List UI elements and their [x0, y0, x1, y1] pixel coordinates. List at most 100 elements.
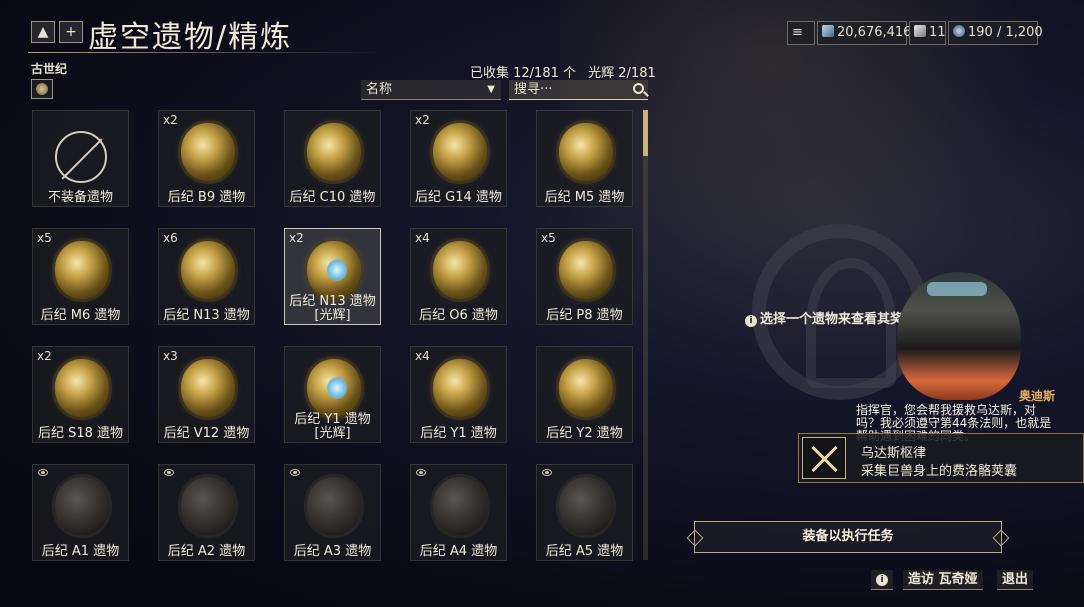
relic-icon [433, 477, 487, 535]
relic-cell[interactable]: 后纪 A4 遗物 [410, 464, 507, 561]
relic-grid: 不装备遗物 x2 后纪 B9 遗物 后纪 C10 遗物 x2 后纪 G14 遗物 后纪 M5… [32, 110, 636, 565]
relic-quantity: x2 [37, 349, 52, 363]
eye-icon [164, 469, 174, 476]
relic-cell[interactable]: 后纪 A5 遗物 [536, 464, 633, 561]
no-relic-icon [55, 131, 107, 183]
relic-refinement: [光辉] [314, 308, 351, 323]
collection-status: 已收集 12/181 个 光辉 2/181 [470, 66, 656, 81]
relic-cell[interactable]: 后纪 A1 遗物 [32, 464, 129, 561]
relic-name: 后纪 Y2 遗物 [546, 426, 623, 441]
relic-name: 后纪 A4 遗物 [419, 544, 498, 559]
relic-name: 后纪 A3 遗物 [293, 544, 372, 559]
quest-description: 采集巨兽身上的费洛骼荚囊 [861, 464, 1018, 479]
relic-icon [433, 123, 487, 181]
relic-icon [55, 241, 109, 299]
relic-icon [433, 359, 487, 417]
relic-cell[interactable]: 后纪 Y1 遗物 [光辉] [284, 346, 381, 443]
relic-quantity: x4 [415, 349, 430, 363]
relic-icon [181, 359, 235, 417]
relic-mode-icon[interactable]: ▲ [31, 21, 55, 43]
speaker-name: 奥迪斯 [1019, 389, 1056, 403]
relic-icon [181, 477, 235, 535]
eye-icon [416, 469, 426, 476]
relic-icon [307, 477, 361, 535]
relic-name: 后纪 M6 遗物 [40, 308, 121, 323]
relic-cell[interactable]: x2 后纪 S18 遗物 [32, 346, 129, 443]
relic-icon [559, 359, 613, 417]
ordis-portrait [897, 272, 1021, 400]
relic-name: 后纪 B9 遗物 [167, 190, 246, 205]
relic-cell[interactable]: 后纪 A2 遗物 [158, 464, 255, 561]
relic-cell[interactable]: x5 后纪 P8 遗物 [536, 228, 633, 325]
relic-name: 后纪 V12 遗物 [163, 426, 250, 441]
relic-cell[interactable]: 后纪 M5 遗物 [536, 110, 633, 207]
relic-cell[interactable]: 不装备遗物 [32, 110, 129, 207]
relic-cell[interactable]: 后纪 C10 遗物 [284, 110, 381, 207]
title-divider [28, 52, 384, 53]
relic-cell[interactable]: 后纪 Y2 遗物 [536, 346, 633, 443]
relic-cell[interactable]: 后纪 A3 遗物 [284, 464, 381, 561]
page-title: 虚空遗物/精炼 [88, 20, 293, 55]
relic-name: 后纪 A1 遗物 [41, 544, 120, 559]
era-filter-icon[interactable] [31, 79, 53, 99]
eye-icon [38, 469, 48, 476]
relic-icon [55, 477, 109, 535]
relic-icon [181, 123, 235, 181]
relic-icon [55, 359, 109, 417]
endo-counter: 11 [909, 21, 946, 45]
equip-button[interactable]: 装备以执行任务 [694, 521, 1002, 553]
relic-cell[interactable]: x2 后纪 N13 遗物 [光辉] [284, 228, 381, 325]
relic-name: 后纪 S18 遗物 [37, 426, 124, 441]
inventory-icon[interactable]: ≡ [787, 21, 815, 45]
relic-icon [307, 359, 361, 417]
eye-icon [542, 469, 552, 476]
relic-name: 后纪 A2 遗物 [167, 544, 246, 559]
eye-icon [290, 469, 300, 476]
relic-name: 不装备遗物 [47, 190, 113, 205]
relic-cell[interactable]: x3 后纪 V12 遗物 [158, 346, 255, 443]
endo-icon [914, 25, 926, 37]
relic-quantity: x2 [163, 113, 178, 127]
relic-icon [307, 241, 361, 299]
relic-quantity: x6 [163, 231, 178, 245]
relic-cell[interactable]: x2 后纪 B9 遗物 [158, 110, 255, 207]
scrollbar[interactable] [643, 110, 648, 560]
relic-name: 后纪 P8 遗物 [546, 308, 623, 323]
relic-quantity: x3 [163, 349, 178, 363]
exit-button[interactable]: 退出 [997, 570, 1034, 590]
relic-name: 后纪 Y1 遗物 [420, 426, 497, 441]
relic-cell[interactable]: x2 后纪 G14 遗物 [410, 110, 507, 207]
visit-button[interactable]: 造访 瓦奇娅 [903, 570, 983, 590]
slots-icon [953, 25, 965, 37]
relic-name: 后纪 M5 遗物 [544, 190, 625, 205]
quest-panel[interactable]: 乌达斯枢律 采集巨兽身上的费洛骼荚囊 [798, 433, 1084, 483]
relic-name: 后纪 N13 遗物 [163, 308, 250, 323]
relic-name: 后纪 N13 遗物 [289, 294, 376, 309]
search-icon [633, 83, 644, 94]
quest-title: 乌达斯枢律 [861, 446, 927, 461]
search-input[interactable]: 搜寻··· [509, 80, 648, 100]
relic-name: 后纪 O6 遗物 [419, 308, 498, 323]
relic-name: 后纪 Y1 遗物 [294, 412, 371, 427]
relic-cell[interactable]: x4 后纪 O6 遗物 [410, 228, 507, 325]
relic-icon [559, 241, 613, 299]
chevron-down-icon: ▼ [487, 84, 495, 95]
relic-cell[interactable]: x5 后纪 M6 遗物 [32, 228, 129, 325]
info-button[interactable]: i [871, 570, 893, 590]
relic-name: 后纪 C10 遗物 [289, 190, 376, 205]
relic-quantity: x5 [541, 231, 556, 245]
quest-icon [802, 437, 846, 479]
sort-dropdown[interactable]: 名称 ▼ [361, 80, 501, 100]
relic-refinement: [光辉] [314, 426, 351, 441]
scrollbar-thumb[interactable] [643, 110, 648, 156]
relic-icon [559, 123, 613, 181]
relic-icon [181, 241, 235, 299]
relic-icon [433, 241, 487, 299]
era-label: 古世纪 [31, 62, 68, 76]
add-icon[interactable]: + [59, 21, 83, 43]
relic-cell[interactable]: x4 后纪 Y1 遗物 [410, 346, 507, 443]
credits-icon [822, 25, 834, 37]
relic-name: 后纪 G14 遗物 [415, 190, 502, 205]
relic-cell[interactable]: x6 后纪 N13 遗物 [158, 228, 255, 325]
info-icon: i [876, 574, 888, 586]
